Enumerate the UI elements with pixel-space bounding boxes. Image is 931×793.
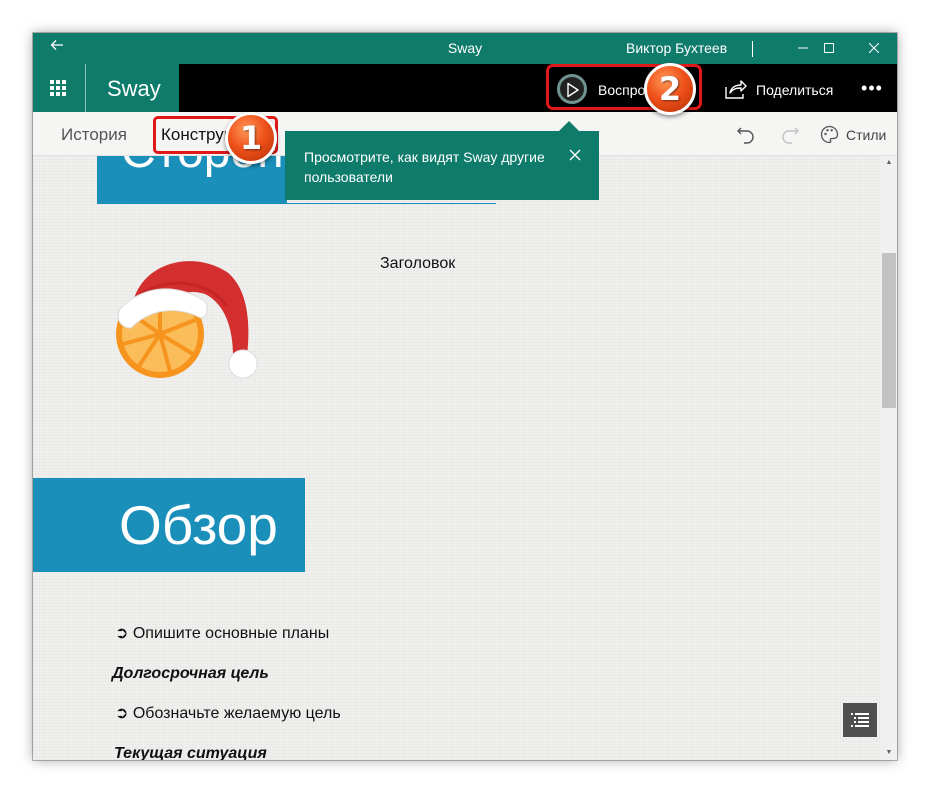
undo-icon[interactable] — [736, 124, 756, 144]
title-bar: Sway Виктор Бухтеев — [33, 33, 897, 64]
sway-canvas[interactable]: Сторон Заголовок Обзор ➲ О — [33, 156, 881, 760]
user-name[interactable]: Виктор Бухтеев — [626, 33, 727, 64]
callout-badge-1: 1 — [225, 112, 277, 164]
brand-divider — [85, 64, 86, 112]
more-options-icon[interactable]: ••• — [859, 71, 885, 107]
overview-banner[interactable]: Обзор — [33, 478, 305, 572]
tab-history[interactable]: История — [61, 112, 127, 156]
back-arrow-icon[interactable] — [47, 38, 67, 58]
bullet-desired-goal[interactable]: ➲ Обозначьте желаемую цель — [115, 703, 341, 723]
redo-icon[interactable] — [780, 124, 800, 144]
scrollbar-thumb[interactable] — [882, 253, 896, 408]
window-title: Sway — [447, 40, 483, 56]
bullet-describe-plans[interactable]: ➲ Опишите основные планы — [115, 623, 329, 643]
share-label: Поделиться — [756, 82, 834, 98]
tooltip-arrow — [559, 121, 579, 131]
heading-long-term-goal[interactable]: Долгосрочная цель — [112, 665, 269, 683]
tooltip-close-icon[interactable] — [565, 145, 585, 165]
app-name: Sway — [107, 76, 161, 101]
close-window-button[interactable] — [851, 33, 897, 64]
app-launcher-icon[interactable] — [50, 80, 66, 96]
app-brand-area: Sway — [33, 64, 179, 112]
callout-badge-2: 2 — [644, 63, 696, 115]
section-banner-top[interactable]: Сторон — [97, 156, 287, 204]
play-icon — [557, 74, 587, 104]
heading-current-situation[interactable]: Текущая ситуация — [114, 745, 267, 760]
app-bar: Sway Воспроизвести Поделиться ••• — [33, 64, 897, 112]
navigation-icon[interactable] — [843, 703, 877, 737]
overview-title: Обзор — [119, 494, 278, 556]
maximize-button[interactable] — [806, 33, 852, 64]
banner-underline — [287, 203, 496, 204]
orange-santa-hat-image[interactable] — [115, 244, 285, 394]
scroll-down-icon[interactable]: ▼ — [881, 746, 897, 760]
sway-window: Sway Виктор Бухтеев Sway Воспроизв — [33, 33, 897, 760]
title-separator — [752, 41, 753, 57]
scroll-up-icon[interactable]: ▲ — [881, 156, 897, 170]
share-button[interactable]: Поделиться — [725, 71, 845, 107]
play-tooltip: Просмотрите, как видят Sway другие польз… — [285, 121, 599, 200]
heading-placeholder[interactable]: Заголовок — [380, 255, 455, 273]
styles-label: Стили — [846, 127, 887, 143]
palette-icon — [820, 125, 839, 144]
tooltip-text: Просмотрите, как видят Sway другие польз… — [304, 149, 545, 185]
vertical-scrollbar[interactable]: ▲ ▼ — [881, 156, 897, 760]
share-icon — [725, 80, 747, 99]
